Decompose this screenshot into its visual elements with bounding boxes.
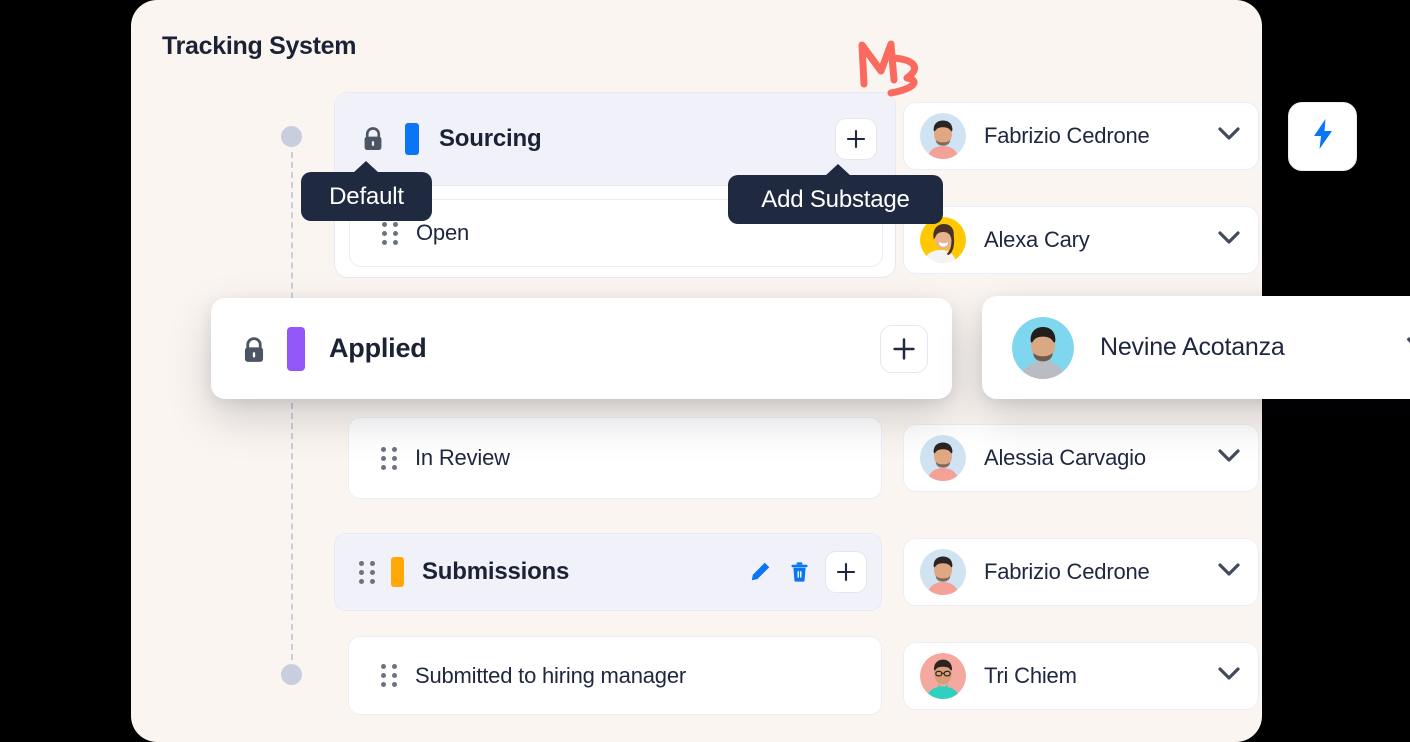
timeline-dot-bottom (281, 664, 302, 685)
chevron-down-icon[interactable] (1218, 448, 1240, 468)
substage-row-in-review[interactable]: In Review (348, 417, 882, 499)
lightning-bolt-icon (1312, 119, 1334, 154)
person-name: Alexa Cary (984, 227, 1090, 252)
chevron-down-icon[interactable] (1218, 666, 1240, 686)
add-substage-button-applied[interactable] (880, 324, 928, 373)
edit-icon[interactable] (743, 556, 775, 588)
chevron-down-icon[interactable] (1406, 336, 1410, 359)
person-name: Alessia Carvagio (984, 445, 1146, 470)
red-click-mark-icon (853, 36, 937, 98)
substage-name-in-review: In Review (415, 445, 510, 470)
timeline-dashed-line (291, 152, 293, 660)
person-name: Tri Chiem (984, 663, 1077, 688)
person-card[interactable]: Fabrizio Cedrone (903, 102, 1259, 170)
person-card[interactable]: Nevine Acotanza (982, 296, 1410, 399)
drag-handle-icon[interactable] (381, 664, 397, 688)
lock-icon[interactable] (241, 336, 265, 362)
automation-bolt-button[interactable] (1288, 102, 1357, 171)
chevron-down-icon[interactable] (1218, 562, 1240, 582)
substage-name-submissions: Submissions (422, 558, 570, 585)
tooltip-add-substage: Add Substage (728, 164, 943, 224)
page-title: Tracking System (162, 32, 357, 60)
tooltip-default: Default (301, 161, 432, 221)
timeline-dot-top (281, 126, 302, 147)
chevron-down-icon[interactable] (1218, 126, 1240, 146)
avatar (1012, 316, 1074, 379)
avatar (920, 653, 966, 699)
person-card[interactable]: Alessia Carvagio (903, 424, 1259, 492)
stage-header-applied[interactable]: Applied (211, 298, 952, 399)
chevron-down-icon[interactable] (1218, 230, 1240, 250)
person-name: Fabrizio Cedrone (984, 123, 1150, 148)
drag-handle-icon[interactable] (382, 221, 398, 245)
tracking-system-panel: Tracking System Sourcing Open Applied In… (131, 0, 1410, 742)
avatar (920, 113, 966, 159)
add-substage-button-submissions[interactable] (825, 551, 867, 593)
substage-name-submitted: Submitted to hiring manager (415, 662, 686, 688)
person-card[interactable]: Fabrizio Cedrone (903, 538, 1259, 606)
avatar (920, 435, 966, 481)
screenshot-stage: Tracking System Sourcing Open Applied In… (0, 0, 1410, 742)
substage-row-submitted[interactable]: Submitted to hiring manager (348, 636, 882, 715)
stage-color-chip-sourcing (405, 123, 419, 155)
avatar (920, 549, 966, 595)
substage-color-chip-submissions (391, 557, 404, 587)
stage-color-chip-applied (287, 326, 305, 371)
person-name: Nevine Acotanza (1100, 333, 1285, 361)
person-card[interactable]: Alexa Cary (903, 206, 1259, 274)
drag-handle-icon[interactable] (381, 446, 397, 470)
person-card[interactable]: Tri Chiem (903, 642, 1259, 710)
stage-name-sourcing: Sourcing (439, 125, 542, 152)
delete-icon[interactable] (783, 556, 815, 588)
person-name: Fabrizio Cedrone (984, 559, 1150, 584)
add-substage-button-sourcing[interactable] (835, 118, 877, 160)
drag-handle-icon[interactable] (359, 560, 375, 584)
stage-name-applied: Applied (329, 333, 427, 363)
substage-name-open: Open (416, 220, 470, 245)
lock-icon[interactable] (361, 126, 385, 152)
substage-row-submissions[interactable]: Submissions (334, 533, 882, 611)
